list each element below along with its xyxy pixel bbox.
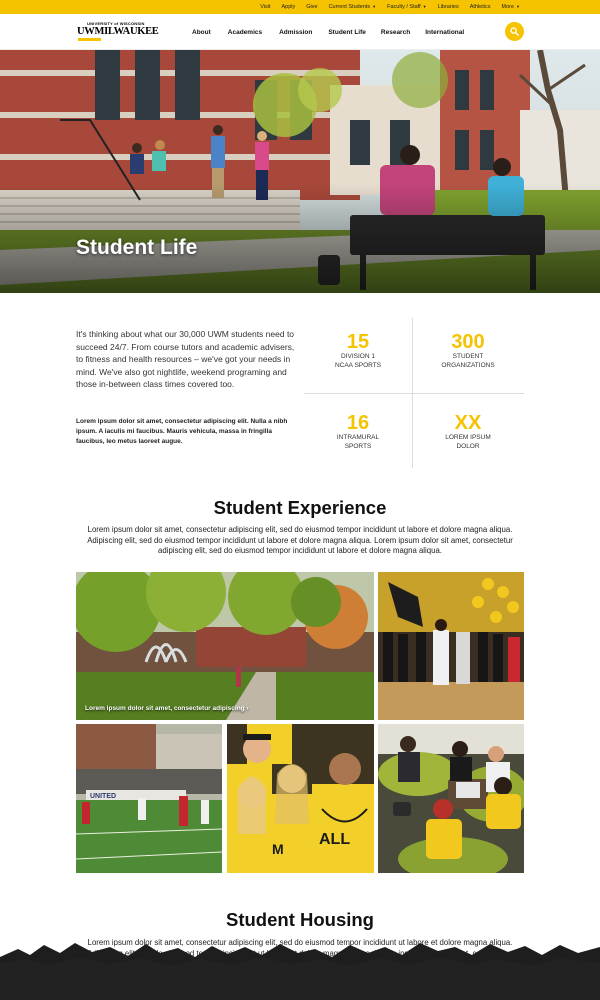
nav-item-academics[interactable]: Academics bbox=[228, 29, 262, 36]
logo-wordmark: UWMILWAUKEE bbox=[77, 26, 159, 37]
utility-link-label: Give bbox=[306, 4, 318, 10]
utility-link-faculty-staff[interactable]: Faculty / Staff ▼ bbox=[387, 4, 427, 10]
svg-text:M: M bbox=[272, 841, 284, 857]
utility-link-label: Libraries bbox=[437, 4, 459, 10]
basketball-game-photo bbox=[378, 572, 524, 720]
utility-link-athletics[interactable]: Athletics bbox=[470, 4, 491, 10]
tile-caption-link[interactable]: Lorem ipsum dolor sit amet, consectetur … bbox=[85, 705, 249, 712]
nav-item-international[interactable]: International bbox=[425, 29, 464, 36]
stat-number: 15 bbox=[346, 331, 370, 353]
intro-text: It's thinking about what our 30,000 UWM … bbox=[76, 329, 295, 389]
stat-label: INTRAMURAL bbox=[336, 434, 380, 441]
utility-bar: Visit Apply Give Current Students ▼ Faculty /… bbox=[0, 0, 600, 14]
housing-title: Student Housing bbox=[226, 909, 374, 930]
cheering-fans-photo: ALL M bbox=[227, 724, 374, 873]
campus-fountain-photo bbox=[76, 572, 374, 720]
nav-item-admission[interactable]: Admission bbox=[279, 29, 312, 36]
intro-small-text: Lorem ipsum dolor sit amet, consectetur … bbox=[76, 418, 288, 445]
stat-label: SPORTS bbox=[344, 442, 372, 450]
gallery-tile-soccer[interactable]: UNITED bbox=[76, 724, 222, 873]
utility-link-give[interactable]: Give bbox=[306, 4, 317, 10]
svg-text:UNITED: UNITED bbox=[90, 793, 116, 800]
gallery-tile-campus[interactable]: Lorem ipsum dolor sit amet, consectetur … bbox=[76, 572, 374, 720]
students-studying-photo bbox=[378, 724, 524, 873]
nav-item-research[interactable]: Research bbox=[381, 29, 410, 36]
gallery-tile-basketball[interactable] bbox=[378, 572, 524, 720]
stat-item: 15 DIVISION 1 NCAA SPORTS bbox=[304, 332, 412, 369]
utility-nav: Visit Apply Give Current Students ▼ Faculty /… bbox=[260, 0, 520, 14]
experience-title: Student Experience bbox=[213, 497, 387, 518]
stat-number: XX bbox=[454, 412, 482, 434]
hero-title: Student Life bbox=[76, 236, 198, 259]
torn-edge-overlay bbox=[0, 943, 600, 1000]
experience-text: Lorem ipsum dolor sit amet, consectetur … bbox=[87, 525, 513, 555]
gallery-tile-study[interactable] bbox=[378, 724, 524, 873]
chevron-down-icon: ▼ bbox=[516, 4, 520, 9]
stat-number: 16 bbox=[346, 412, 370, 434]
search-icon bbox=[510, 27, 519, 36]
nav-item-student-life[interactable]: Student Life bbox=[328, 29, 366, 36]
stat-label: DOLOR bbox=[456, 442, 480, 450]
utility-link-label: Athletics bbox=[469, 4, 491, 10]
utility-link-label: Current Students bbox=[328, 4, 371, 10]
utility-link-label: Apply bbox=[281, 4, 296, 10]
utility-link-label: Faculty / Staff bbox=[387, 4, 421, 10]
utility-link-apply[interactable]: Apply bbox=[281, 4, 295, 10]
stat-label: DIVISION 1 bbox=[341, 353, 375, 360]
stat-label: ORGANIZATIONS bbox=[441, 361, 495, 369]
soccer-game-photo: UNITED bbox=[76, 724, 222, 873]
utility-link-more[interactable]: More ▼ bbox=[502, 4, 521, 10]
chevron-down-icon: ▼ bbox=[422, 4, 427, 9]
utility-link-label: More bbox=[501, 4, 515, 10]
stat-item: 300 STUDENT ORGANIZATIONS bbox=[414, 332, 522, 369]
gallery-tile-fans[interactable]: ALL M bbox=[227, 724, 374, 873]
stat-label: LOREM IPSUM bbox=[445, 434, 491, 441]
nav-item-about[interactable]: About bbox=[192, 29, 211, 36]
stat-item: 16 INTRAMURAL SPORTS bbox=[304, 413, 412, 450]
stat-item: XX LOREM IPSUM DOLOR bbox=[414, 413, 522, 450]
utility-link-libraries[interactable]: Libraries bbox=[438, 4, 459, 10]
main-header: UNIVERSITY of WISCONSIN UWMILWAUKEE Abou… bbox=[0, 14, 600, 50]
search-button[interactable] bbox=[505, 22, 524, 41]
stats-grid: 15 DIVISION 1 NCAA SPORTS 300 STUDENT OR… bbox=[304, 318, 524, 468]
svg-text:ALL: ALL bbox=[319, 831, 350, 848]
stat-label: STUDENT bbox=[452, 353, 484, 360]
chevron-down-icon: ▼ bbox=[372, 4, 377, 9]
stat-number: 300 bbox=[451, 331, 485, 353]
logo-accent-bar bbox=[78, 38, 101, 41]
utility-link-label: Visit bbox=[260, 4, 271, 10]
main-nav: About Academics Admission Student Life R… bbox=[192, 14, 464, 50]
utility-link-current-students[interactable]: Current Students ▼ bbox=[329, 4, 377, 10]
stat-label: NCAA SPORTS bbox=[334, 361, 382, 369]
utility-link-visit[interactable]: Visit bbox=[260, 4, 270, 10]
stats-divider-horizontal bbox=[304, 393, 524, 394]
uwm-logo[interactable]: UNIVERSITY of WISCONSIN UWMILWAUKEE bbox=[77, 21, 159, 43]
